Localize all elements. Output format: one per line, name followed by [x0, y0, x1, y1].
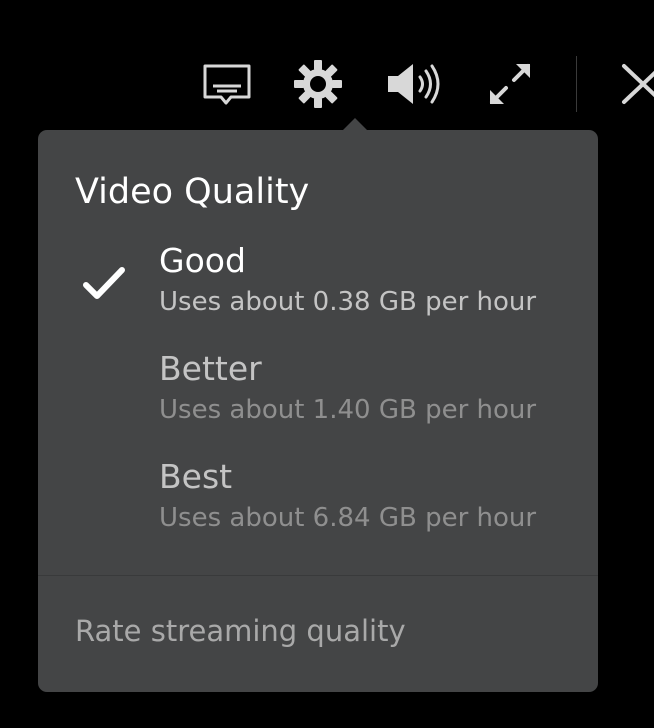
settings-button[interactable]	[290, 56, 346, 112]
player-stage: Video Quality Good Uses about 0.38 GB pe…	[0, 0, 654, 728]
toolbar-divider	[576, 56, 577, 112]
fullscreen-icon	[490, 64, 530, 104]
rate-streaming-quality-link[interactable]: Rate streaming quality	[75, 612, 406, 650]
video-quality-popover: Video Quality Good Uses about 0.38 GB pe…	[38, 118, 598, 692]
close-button[interactable]	[616, 60, 654, 108]
popover-separator	[38, 575, 598, 576]
subtitles-icon	[203, 64, 251, 105]
checkmark-icon	[83, 267, 125, 299]
popover-arrow	[342, 118, 368, 131]
option-label: Good	[159, 241, 246, 280]
option-description: Uses about 1.40 GB per hour	[159, 395, 537, 425]
quality-option-good[interactable]: Good Uses about 0.38 GB per hour	[38, 238, 598, 338]
subtitles-button[interactable]	[198, 58, 256, 110]
option-label: Best	[159, 457, 233, 496]
gear-icon	[294, 60, 342, 108]
quality-option-better[interactable]: Better Uses about 1.40 GB per hour	[38, 346, 598, 446]
volume-button[interactable]	[384, 58, 446, 110]
popover-title: Video Quality	[75, 172, 310, 212]
option-description: Uses about 0.38 GB per hour	[159, 287, 537, 317]
option-label: Better	[159, 349, 262, 388]
close-icon	[622, 64, 654, 104]
option-description: Uses about 6.84 GB per hour	[159, 503, 537, 533]
fullscreen-button[interactable]	[484, 58, 536, 110]
quality-option-best[interactable]: Best Uses about 6.84 GB per hour	[38, 454, 598, 554]
volume-icon	[388, 64, 440, 104]
